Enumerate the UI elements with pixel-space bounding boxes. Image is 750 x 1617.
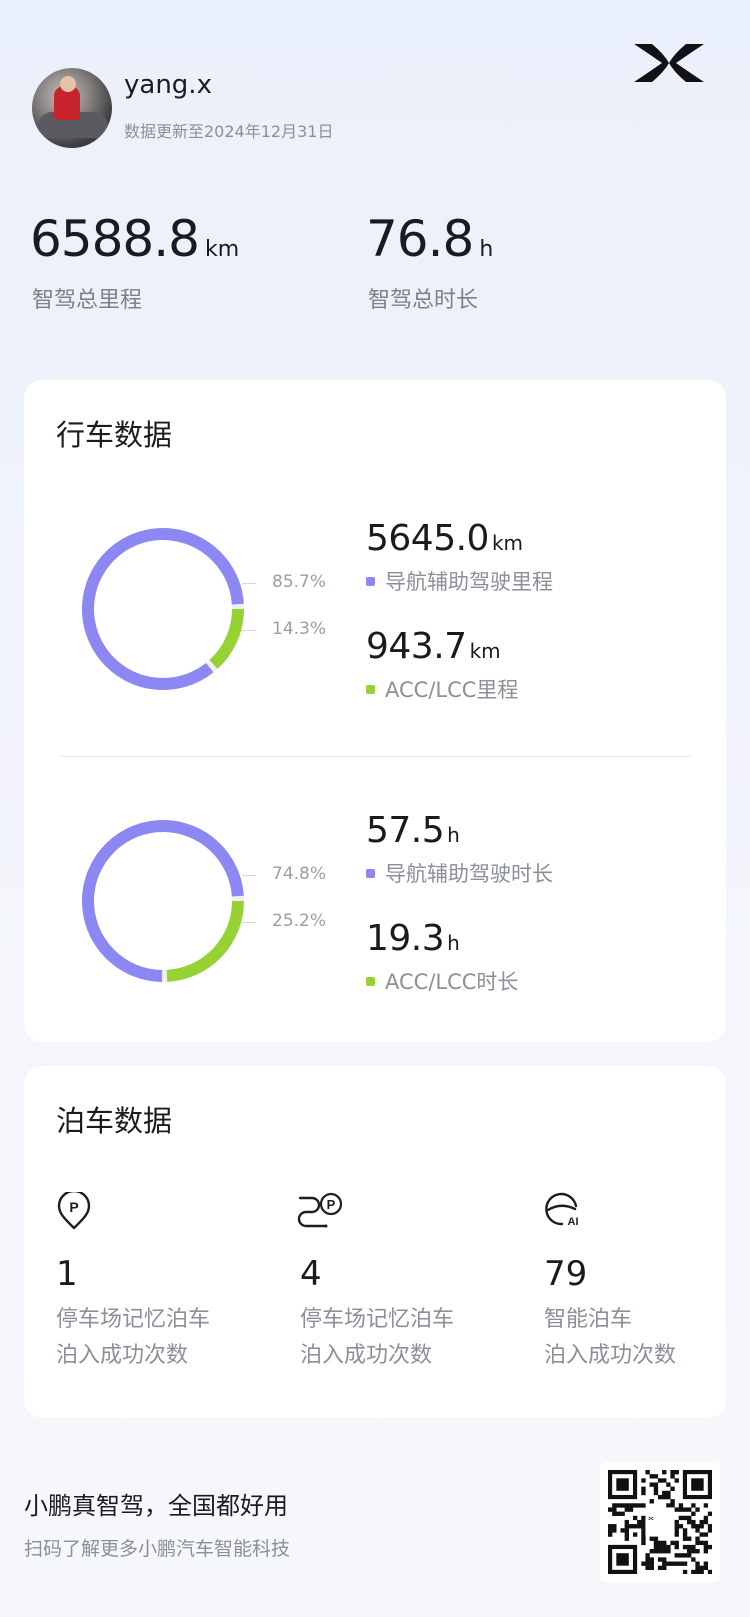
legend-dot-secondary (366, 976, 375, 986)
total-duration-label: 智驾总时长 (368, 288, 479, 313)
total-duration-unit: h (479, 237, 494, 262)
parking-route-icon: P (297, 1192, 342, 1228)
nav-time-unit: h (447, 823, 460, 847)
avatar[interactable] (32, 68, 112, 148)
xpeng-logo-icon (634, 44, 704, 82)
parking-count-2: 4 (300, 1254, 322, 1294)
time-pct-acc: 25.2% (272, 911, 327, 931)
acc-time-label: ACC/LCC时长 (385, 970, 519, 994)
slogan: 小鹏真智驾，全国都好用 (24, 1492, 288, 1520)
driving-data-card: 行车数据 85.7% 14.3% 5645.0 km 导航辅助驾驶里程 943.7… (24, 380, 726, 1042)
parking-label-3a: 智能泊车 (544, 1307, 633, 1332)
legend-dot-secondary (366, 684, 375, 694)
parking-label-1b: 泊入成功次数 (56, 1343, 189, 1368)
total-duration: 76.8 h (366, 210, 493, 268)
time-pct-nav: 74.8% (272, 864, 327, 884)
card-divider (60, 756, 690, 757)
legend-dot-primary (366, 868, 375, 878)
nav-time-legend: 导航辅助驾驶时长 (366, 858, 553, 888)
parking-card-title: 泊车数据 (56, 1104, 173, 1138)
acc-mileage-label: ACC/LCC里程 (385, 678, 519, 702)
total-distance-unit: km (204, 237, 240, 262)
acc-mileage-legend: ACC/LCC里程 (366, 674, 518, 704)
svg-text:P: P (327, 1197, 336, 1212)
update-date: 数据更新至2024年12月31日 (124, 122, 334, 141)
driving-card-title: 行车数据 (56, 418, 173, 452)
parking-label-1a: 停车场记忆泊车 (56, 1307, 211, 1332)
parking-label-2b: 泊入成功次数 (300, 1343, 433, 1368)
acc-time-number: 19.3 (366, 918, 445, 959)
ai-steering-icon: AI (545, 1192, 579, 1228)
mileage-pct-nav: 85.7% (272, 572, 327, 592)
nav-mileage-legend: 导航辅助驾驶里程 (366, 566, 553, 596)
acc-mileage-number: 943.7 (366, 626, 467, 667)
acc-time-value: 19.3 h (366, 918, 460, 959)
qr-code-icon[interactable] (600, 1462, 720, 1582)
legend-dot-primary (366, 576, 375, 586)
parking-count-3: 79 (544, 1254, 588, 1294)
parking-label-2a: 停车场记忆泊车 (300, 1307, 455, 1332)
acc-mileage-unit: km (469, 639, 501, 663)
acc-time-unit: h (447, 931, 460, 955)
time-donut-chart (82, 820, 244, 982)
total-distance: 6588.8 km (30, 210, 239, 268)
nav-time-value: 57.5 h (366, 810, 460, 851)
total-distance-value: 6588.8 (30, 210, 200, 268)
nav-mileage-unit: km (491, 531, 524, 555)
svg-text:P: P (69, 1199, 78, 1215)
nav-mileage-number: 5645.0 (366, 518, 489, 559)
slogan-subtitle: 扫码了解更多小鹏汽车智能科技 (24, 1538, 291, 1560)
mileage-pct-acc: 14.3% (272, 619, 327, 639)
acc-mileage-value: 943.7 km (366, 626, 501, 667)
parking-location-icon: P (57, 1192, 91, 1230)
acc-time-legend: ACC/LCC时长 (366, 966, 518, 996)
parking-count-1: 1 (56, 1254, 78, 1294)
mileage-donut-chart (82, 528, 244, 690)
mileage-segment-nav (82, 528, 244, 690)
nav-time-number: 57.5 (366, 810, 445, 851)
nav-time-label: 导航辅助驾驶时长 (385, 862, 553, 886)
username: yang.x (124, 70, 212, 100)
parking-data-card: 泊车数据 P 1 停车场记忆泊车 泊入成功次数 P 4 停车场记忆泊车 泊入成功… (24, 1066, 726, 1418)
svg-text:AI: AI (568, 1216, 579, 1228)
nav-mileage-value: 5645.0 km (366, 518, 523, 559)
nav-mileage-label: 导航辅助驾驶里程 (385, 570, 553, 594)
total-duration-value: 76.8 (366, 210, 474, 268)
parking-label-3b: 泊入成功次数 (544, 1343, 677, 1368)
total-distance-label: 智驾总里程 (32, 288, 143, 313)
